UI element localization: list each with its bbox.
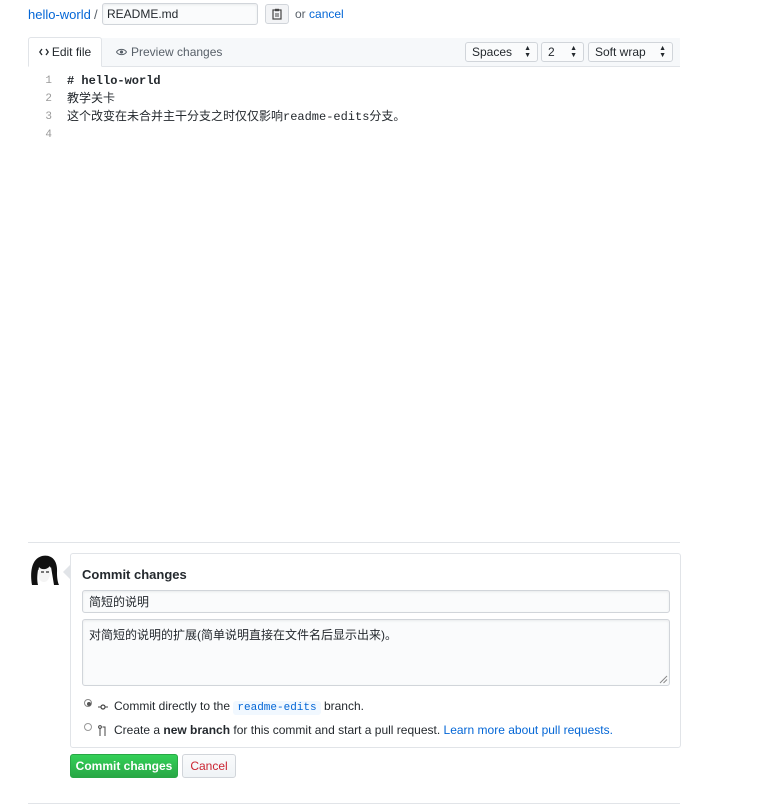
- git-commit-icon: [98, 704, 108, 710]
- or-cancel: or cancel: [295, 7, 344, 21]
- commit-form-title: Commit changes: [82, 567, 187, 582]
- indent-mode-select[interactable]: Spaces ▲ ▼: [465, 42, 538, 62]
- git-pull-request-icon: [98, 725, 106, 736]
- tab-preview-changes[interactable]: Preview changes: [116, 45, 222, 59]
- line-number: 2: [45, 93, 52, 105]
- code-line[interactable]: [67, 126, 405, 144]
- commit-direct-suffix: branch.: [323, 699, 364, 713]
- code-line[interactable]: # hello-world: [67, 72, 405, 90]
- or-text: or: [295, 7, 306, 21]
- commit-direct-label[interactable]: Commit directly to the readme-edits bran…: [114, 699, 364, 715]
- select-arrows-icon: ▲ ▼: [659, 45, 666, 59]
- code-icon: [38, 48, 49, 56]
- commit-changes-button[interactable]: Commit changes: [70, 754, 178, 778]
- cancel-button[interactable]: Cancel: [182, 754, 236, 778]
- commit-summary-input[interactable]: [82, 590, 670, 613]
- commit-direct-prefix: Commit directly to the: [114, 699, 231, 713]
- editor-divider: [28, 542, 680, 543]
- tab-edit-file[interactable]: Edit file: [28, 37, 102, 67]
- indent-mode-value: Spaces: [472, 45, 513, 59]
- cancel-link[interactable]: cancel: [309, 7, 344, 21]
- select-arrows-icon: ▲ ▼: [570, 45, 577, 59]
- avatar: [28, 553, 60, 585]
- code-line[interactable]: 教学关卡: [67, 90, 405, 108]
- wrap-mode-select[interactable]: Soft wrap ▲ ▼: [588, 42, 673, 62]
- commit-direct-radio[interactable]: [84, 699, 92, 707]
- eye-icon: [116, 48, 127, 56]
- repo-name-link[interactable]: hello-world: [28, 7, 91, 22]
- new-branch-bold: new branch: [163, 723, 231, 737]
- select-arrows-icon: ▲ ▼: [524, 45, 531, 59]
- line-number-gutter: 1 2 3 4: [28, 72, 58, 144]
- resize-grip-icon[interactable]: [659, 675, 668, 684]
- filename-input[interactable]: [102, 3, 258, 25]
- clipboard-icon: [272, 8, 282, 20]
- code-editor[interactable]: # hello-world 教学关卡 这个改变在未合并主干分支之时仅仅影响rea…: [67, 72, 405, 144]
- wrap-mode-value: Soft wrap: [595, 45, 646, 59]
- indent-size-select[interactable]: 2 ▲ ▼: [541, 42, 584, 62]
- line-number: 1: [45, 75, 52, 87]
- line-number: 4: [45, 129, 52, 141]
- tab-preview-label: Preview changes: [131, 45, 223, 59]
- new-branch-label[interactable]: Create a new branch for this commit and …: [114, 723, 613, 737]
- new-branch-radio[interactable]: [84, 723, 92, 731]
- code-line[interactable]: 这个改变在未合并主干分支之时仅仅影响readme-edits分支。: [67, 108, 405, 126]
- path-separator: /: [94, 7, 98, 22]
- line-number: 3: [45, 111, 52, 123]
- footer-divider: [28, 803, 680, 804]
- new-branch-prefix: Create a: [114, 723, 161, 737]
- copy-path-button[interactable]: [265, 4, 289, 24]
- learn-more-pull-requests-link[interactable]: Learn more about pull requests.: [444, 723, 613, 737]
- branch-name: readme-edits: [233, 701, 321, 715]
- commit-description-textarea[interactable]: 对简短的说明的扩展(简单说明直接在文件名后显示出来)。: [82, 619, 670, 686]
- tab-edit-label: Edit file: [51, 45, 92, 59]
- new-branch-middle: for this commit and start a pull request…: [233, 723, 441, 737]
- indent-size-value: 2: [548, 45, 555, 59]
